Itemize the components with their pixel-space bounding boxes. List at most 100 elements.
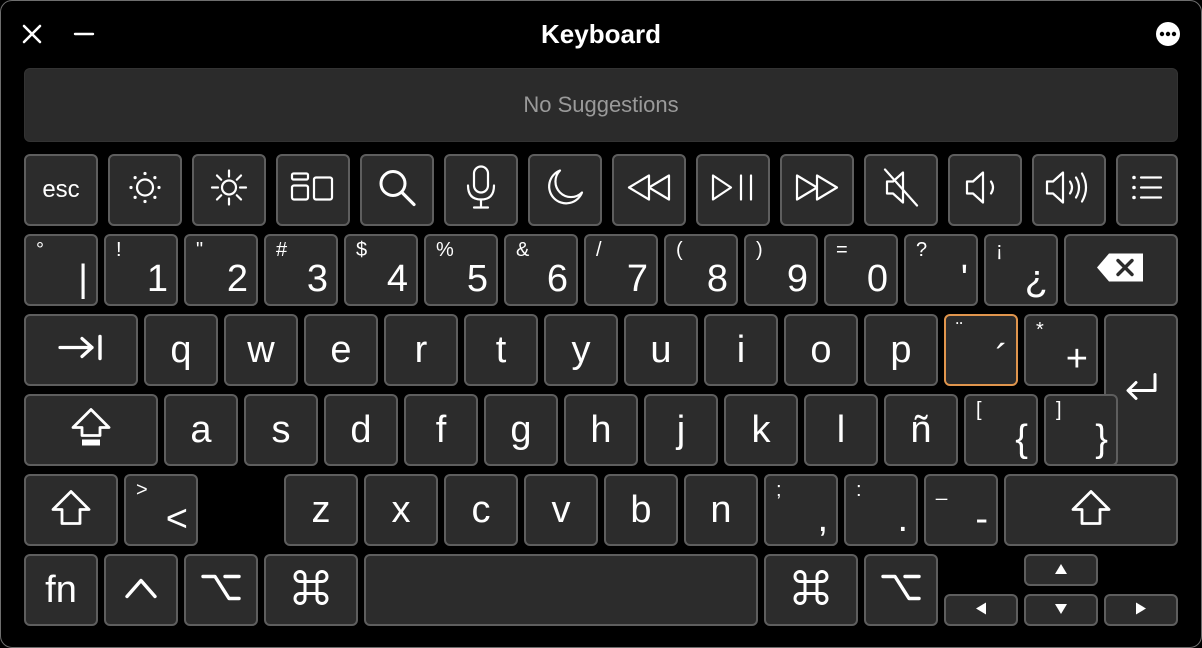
right-command-key[interactable] — [764, 554, 858, 626]
dictation-microphone-icon — [461, 164, 501, 217]
key[interactable]: #3 — [264, 234, 338, 306]
fn-key-do-not-disturb-moon[interactable] — [528, 154, 602, 226]
fn-key-mission-control[interactable] — [276, 154, 350, 226]
fn-key-spotlight-search[interactable] — [360, 154, 434, 226]
key-label: ¿ — [1024, 258, 1048, 300]
rewind-icon — [623, 170, 675, 211]
tab-key[interactable] — [24, 314, 138, 386]
fn-key-rewind[interactable] — [612, 154, 686, 226]
right-option-key[interactable] — [864, 554, 938, 626]
key[interactable]: ? ' — [904, 234, 978, 306]
fn-key-brightness-up[interactable] — [192, 154, 266, 226]
key-shift-symbol: % — [436, 239, 454, 261]
key[interactable]: ]} — [1044, 394, 1118, 466]
key[interactable]: & 6 — [504, 234, 578, 306]
key[interactable]: e — [304, 314, 378, 386]
key[interactable]: > < — [124, 474, 198, 546]
arrow-left-key[interactable] — [944, 594, 1018, 626]
key[interactable]: ¨ ´ — [944, 314, 1018, 386]
fn-key-fast-forward[interactable] — [780, 154, 854, 226]
key[interactable]: l — [804, 394, 878, 466]
key[interactable]: ) 9 — [744, 234, 818, 306]
key[interactable]: = 0 — [824, 234, 898, 306]
fast-forward-icon — [791, 170, 843, 211]
key-label: s — [271, 409, 291, 451]
key[interactable]: _ - — [924, 474, 998, 546]
key[interactable]: u — [624, 314, 698, 386]
arrow-down-key[interactable] — [1024, 594, 1098, 626]
key[interactable]: i — [704, 314, 778, 386]
key[interactable]: g — [484, 394, 558, 466]
key[interactable]: ;, — [764, 474, 838, 546]
control-key[interactable] — [104, 554, 178, 626]
key[interactable]: [{ — [964, 394, 1038, 466]
fn-key-mute[interactable] — [864, 154, 938, 226]
key[interactable]: % 5 — [424, 234, 498, 306]
key[interactable]: w — [224, 314, 298, 386]
key-shift-symbol: ¡ — [996, 239, 1003, 261]
key[interactable]: y — [544, 314, 618, 386]
fn-key[interactable]: fn — [24, 554, 98, 626]
key-label: ´ — [995, 338, 1008, 380]
arrow-right-key[interactable] — [1104, 594, 1178, 626]
volume-down-icon — [961, 166, 1009, 215]
key[interactable]: ñ — [884, 394, 958, 466]
left-command-key[interactable] — [264, 554, 358, 626]
key-label: d — [350, 409, 372, 451]
delete-key[interactable] — [1064, 234, 1178, 306]
key[interactable]: o — [784, 314, 858, 386]
key[interactable]: f — [404, 394, 478, 466]
key-label: } — [1095, 418, 1108, 460]
key-label: esc — [42, 176, 80, 203]
key[interactable]: ! 1 — [104, 234, 178, 306]
key[interactable]: q — [144, 314, 218, 386]
caps-lock-key[interactable] — [24, 394, 158, 466]
key[interactable]: a — [164, 394, 238, 466]
key[interactable]: h — [564, 394, 638, 466]
key[interactable]: " 2 — [184, 234, 258, 306]
left-shift-key[interactable] — [24, 474, 118, 546]
key-label: l — [836, 409, 846, 451]
key[interactable]: k — [724, 394, 798, 466]
fn-key-brightness-down[interactable] — [108, 154, 182, 226]
key[interactable]: (8 — [664, 234, 738, 306]
fn-key-play-pause[interactable] — [696, 154, 770, 226]
key[interactable]: c — [444, 474, 518, 546]
more-icon[interactable] — [1153, 19, 1183, 49]
shift-icon — [49, 488, 93, 533]
key[interactable]: ° | — [24, 234, 98, 306]
key-label: - — [975, 498, 988, 540]
caps-lock-icon — [69, 406, 113, 455]
key[interactable]: p — [864, 314, 938, 386]
key-shift-symbol: ! — [116, 239, 122, 261]
arrow-down-icon — [1054, 602, 1068, 618]
fn-key-volume-down[interactable] — [948, 154, 1022, 226]
key[interactable]: d — [324, 394, 398, 466]
key[interactable]: b — [604, 474, 678, 546]
key[interactable]: :. — [844, 474, 918, 546]
key[interactable]: r — [384, 314, 458, 386]
fn-key-volume-up[interactable] — [1032, 154, 1106, 226]
key[interactable]: n — [684, 474, 758, 546]
key[interactable]: t — [464, 314, 538, 386]
arrow-up-key[interactable] — [1024, 554, 1098, 586]
key[interactable]: $4 — [344, 234, 418, 306]
key-label: fn — [45, 569, 77, 611]
key[interactable]: v — [524, 474, 598, 546]
right-shift-key[interactable] — [1004, 474, 1178, 546]
esc-key[interactable]: esc — [24, 154, 98, 226]
key-label: 3 — [306, 258, 328, 300]
key[interactable]: ¡ ¿ — [984, 234, 1058, 306]
key[interactable]: j — [644, 394, 718, 466]
fn-key-list[interactable] — [1116, 154, 1178, 226]
space-bar[interactable] — [364, 554, 758, 626]
key[interactable]: * + — [1024, 314, 1098, 386]
left-option-key[interactable] — [184, 554, 258, 626]
key[interactable]: /7 — [584, 234, 658, 306]
fn-key-dictation-microphone[interactable] — [444, 154, 518, 226]
key[interactable]: z — [284, 474, 358, 546]
key[interactable]: s — [244, 394, 318, 466]
keyboard-viewer-window: Keyboard No Suggestions esc ° |! 1 " 2 #3 $4% 5 &… — [0, 0, 1202, 648]
key-shift-symbol: ; — [776, 479, 782, 501]
key[interactable]: x — [364, 474, 438, 546]
